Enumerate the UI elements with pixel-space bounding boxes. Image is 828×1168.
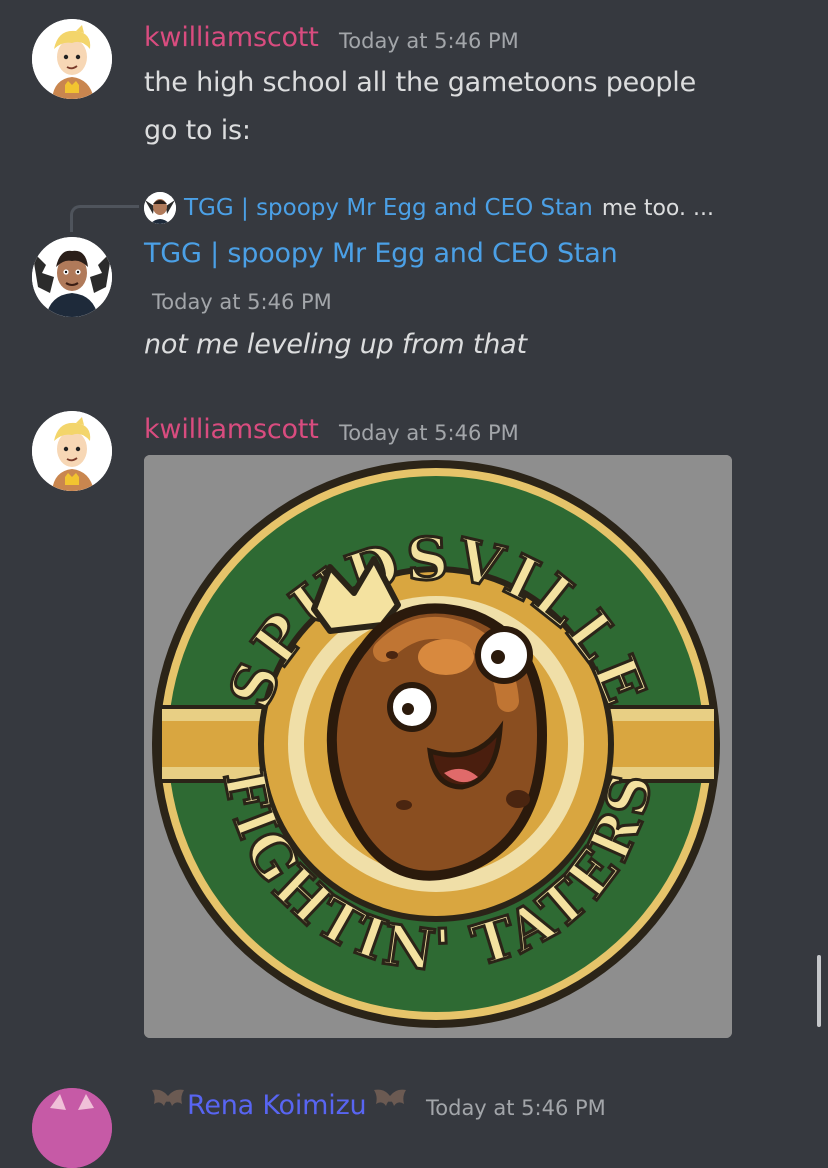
avatar-tgg[interactable] <box>32 237 112 317</box>
bat-icon <box>152 1089 184 1106</box>
avatar-kwilliamscott[interactable] <box>32 19 112 99</box>
message-2-timestamp: Today at 5:46 PM <box>152 290 332 314</box>
message-2-username[interactable]: TGG | spoopy Mr Egg and CEO Stan <box>144 238 618 269</box>
potato-mascot <box>326 603 548 881</box>
reply-text: me too. ... <box>601 195 714 221</box>
message-1-line-1: the high school all the gametoons people <box>144 67 697 98</box>
cartoon-boy-avatar-icon <box>32 19 112 99</box>
message-1-username[interactable]: kwilliamscott <box>144 22 319 53</box>
avatar-rena[interactable] <box>32 1088 112 1168</box>
image-attachment[interactable]: SPUDSVILLE FIGHTIN' TATERS <box>144 455 732 1038</box>
message-3-timestamp: Today at 5:46 PM <box>339 421 519 445</box>
avatar-kwilliamscott-2[interactable] <box>32 411 112 491</box>
reply-avatar <box>144 192 176 224</box>
cartoon-boy-avatar-icon <box>32 411 112 491</box>
spudsville-badge-image: SPUDSVILLE FIGHTIN' TATERS <box>144 455 732 1038</box>
message-4-timestamp: Today at 5:46 PM <box>426 1096 606 1120</box>
message-1-text: the high school all the gametoons people… <box>144 59 784 155</box>
message-2-text: not me leveling up from that <box>144 329 527 360</box>
reply-username[interactable]: TGG | spoopy Mr Egg and CEO Stan <box>184 195 593 221</box>
message-1-timestamp: Today at 5:46 PM <box>339 29 519 53</box>
anime-avatar-icon <box>32 1088 112 1168</box>
message-1-line-2: go to is: <box>144 115 251 146</box>
message-4-username[interactable]: Rena Koimizu <box>187 1090 367 1121</box>
bat-icon <box>374 1089 406 1106</box>
reply-connector <box>70 205 139 232</box>
bat-wing-avatar-icon <box>144 192 176 224</box>
reply-preview[interactable]: TGG | spoopy Mr Egg and CEO Stan me too.… <box>144 192 714 224</box>
message-3-username[interactable]: kwilliamscott <box>144 414 319 445</box>
scrollbar-thumb[interactable] <box>817 955 821 1027</box>
bat-wing-avatar-icon <box>32 237 112 317</box>
